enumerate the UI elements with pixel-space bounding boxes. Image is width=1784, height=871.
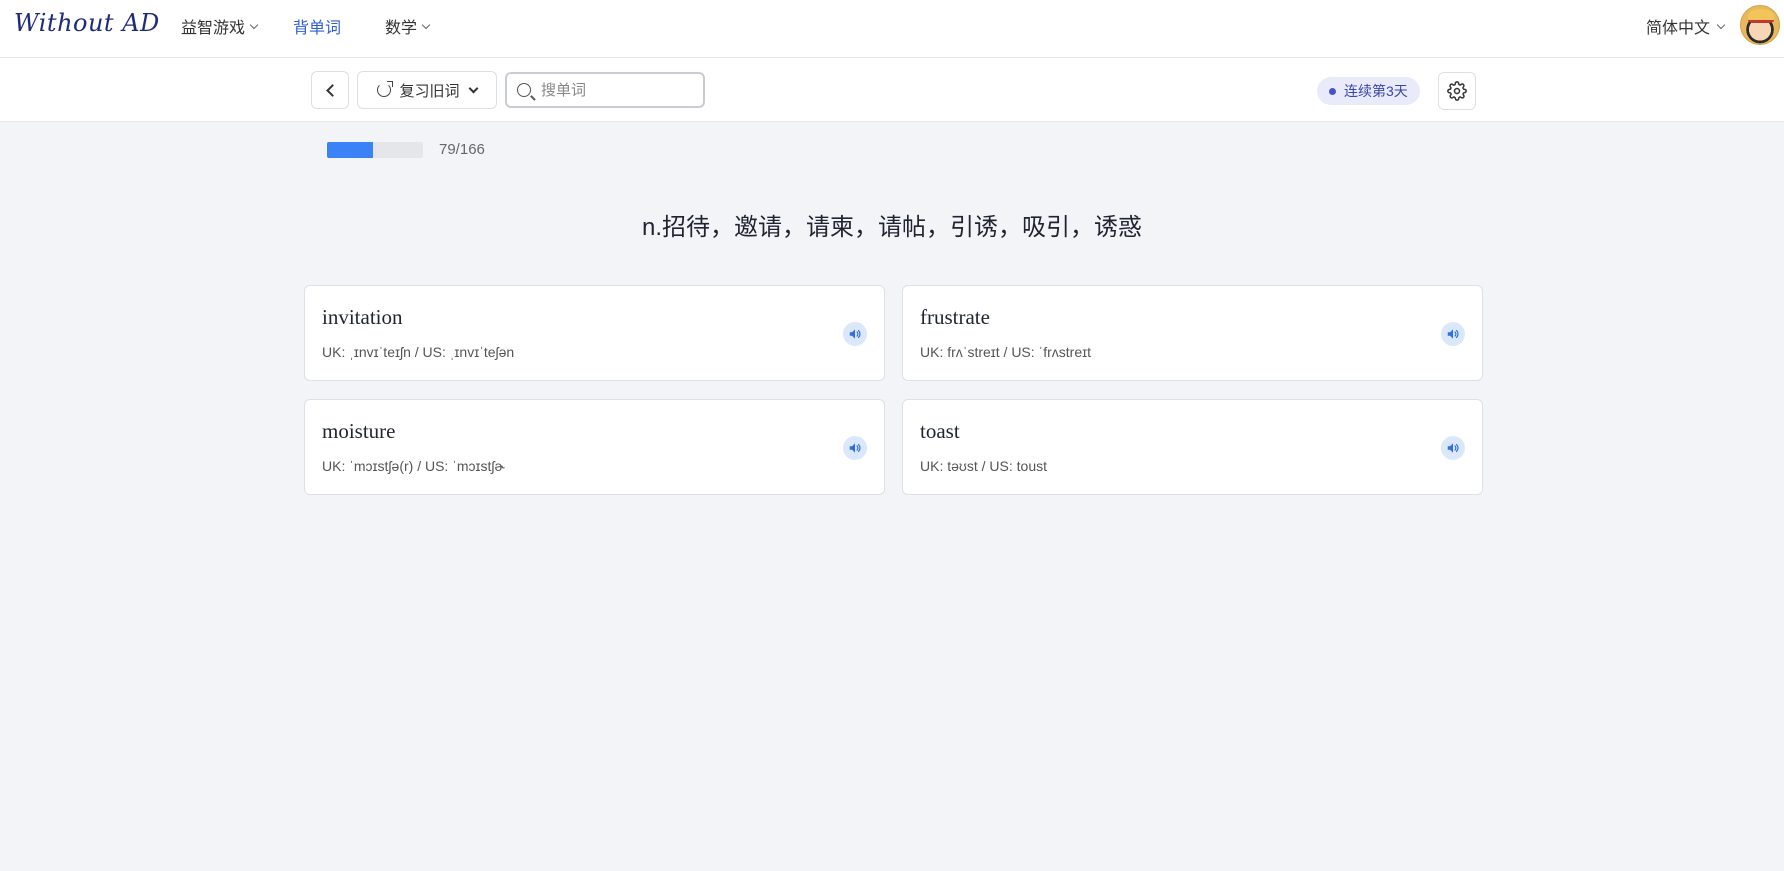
play-audio-button[interactable] bbox=[1441, 322, 1465, 346]
top-navigation: Without AD 益智游戏 背单词 数学 简体中文 bbox=[0, 0, 1784, 58]
play-audio-button[interactable] bbox=[1441, 436, 1465, 460]
speaker-icon bbox=[1447, 443, 1459, 453]
word-definition: n.招待，邀请，请柬，请帖，引诱，吸引，诱惑 bbox=[641, 214, 1142, 241]
language-selector[interactable]: 简体中文 bbox=[1645, 14, 1726, 38]
progress-fill bbox=[327, 142, 373, 158]
word-option-card[interactable]: toast UK: təʊst / US: toust bbox=[902, 399, 1483, 495]
play-audio-button[interactable] bbox=[843, 436, 867, 460]
word-toolbar: 复习旧词 连续第3天 bbox=[0, 58, 1784, 122]
review-old-words-button[interactable]: 复习旧词 bbox=[357, 71, 497, 109]
word-option-card[interactable]: frustrate UK: frʌˈstreɪt / US: ˈfrʌstreɪ… bbox=[902, 285, 1483, 381]
streak-badge: 连续第3天 bbox=[1317, 77, 1420, 105]
option-phonetic: UK: təʊst / US: toust bbox=[920, 458, 1047, 474]
nav-item-puzzle-games[interactable]: 益智游戏 bbox=[181, 14, 259, 38]
search-box bbox=[505, 72, 705, 108]
site-logo[interactable]: Without AD bbox=[14, 9, 160, 37]
nav-item-label: 数学 bbox=[385, 20, 418, 37]
search-icon bbox=[517, 83, 531, 97]
chevron-down-icon bbox=[249, 20, 259, 29]
speaker-icon bbox=[1447, 329, 1459, 339]
progress-count: 79/166 bbox=[439, 141, 485, 158]
progress-bar bbox=[327, 142, 423, 158]
settings-button[interactable] bbox=[1438, 72, 1476, 110]
word-option-card[interactable]: moisture UK: ˈmɔɪstʃə(r) / US: ˈmɔɪstʃɚ bbox=[304, 399, 885, 495]
chevron-down-icon bbox=[468, 83, 478, 93]
nav-item-math[interactable]: 数学 bbox=[385, 14, 431, 38]
option-word: moisture bbox=[322, 419, 396, 443]
avatar[interactable] bbox=[1740, 5, 1780, 45]
chevron-left-icon bbox=[325, 83, 339, 97]
back-button[interactable] bbox=[311, 71, 349, 109]
option-phonetic: UK: ˈmɔɪstʃə(r) / US: ˈmɔɪstʃɚ bbox=[322, 458, 505, 474]
option-word: frustrate bbox=[920, 305, 990, 329]
option-phonetic: UK: ˌɪnvɪˈteɪʃn / US: ˌɪnvɪˈteʃən bbox=[322, 344, 515, 360]
language-label: 简体中文 bbox=[1645, 20, 1710, 37]
search-input[interactable] bbox=[541, 81, 691, 99]
option-word: invitation bbox=[322, 305, 403, 329]
nav-item-vocabulary[interactable]: 背单词 bbox=[293, 14, 341, 38]
status-dot-icon bbox=[1329, 87, 1336, 95]
streak-label: 连续第3天 bbox=[1344, 83, 1408, 99]
option-word: toast bbox=[920, 419, 960, 443]
review-label: 复习旧词 bbox=[399, 82, 460, 100]
nav-item-label: 益智游戏 bbox=[181, 20, 246, 37]
speaker-icon bbox=[849, 443, 861, 453]
word-option-card[interactable]: invitation UK: ˌɪnvɪˈteɪʃn / US: ˌɪnvɪˈt… bbox=[304, 285, 885, 381]
gear-icon bbox=[1447, 81, 1467, 101]
nav-item-label: 背单词 bbox=[293, 20, 342, 37]
chevron-down-icon bbox=[1716, 20, 1726, 29]
refresh-icon bbox=[377, 81, 394, 97]
play-audio-button[interactable] bbox=[843, 322, 867, 346]
speaker-icon bbox=[849, 329, 861, 339]
chevron-down-icon bbox=[421, 20, 431, 29]
option-phonetic: UK: frʌˈstreɪt / US: ˈfrʌstreɪt bbox=[920, 344, 1091, 360]
